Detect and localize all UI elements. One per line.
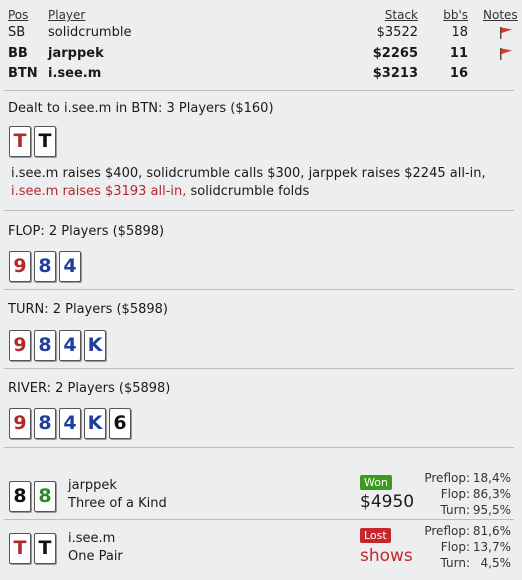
col-notes-header[interactable]: Notes [483, 8, 518, 22]
board-card: 4 [59, 330, 81, 361]
showdown-hand-rank: Three of a Kind [68, 496, 167, 511]
river-title: RIVER: 2 Players ($5898) [8, 381, 171, 396]
player-name-solidcrumble[interactable]: solidcrumble [48, 25, 131, 40]
won-badge: Won [360, 475, 392, 490]
board-card: 6 [109, 408, 131, 439]
player-stack: $3213 [372, 66, 418, 81]
flag-icon[interactable] [499, 27, 513, 39]
board-card: K [84, 408, 106, 439]
divider [4, 447, 514, 448]
showdown-hand-rank: One Pair [68, 549, 123, 564]
board-card: 4 [59, 251, 81, 282]
board-card: 8 [34, 330, 56, 361]
equity-value: 81,6% [472, 524, 511, 538]
preflop-action: i.see.m raises $400, solidcrumble calls … [11, 165, 501, 201]
board-card: 4 [59, 408, 81, 439]
player-pos-btn: BTN [8, 66, 38, 81]
player-stack: $2265 [372, 46, 418, 61]
col-stack-header[interactable]: Stack [360, 8, 418, 22]
board-card: 9 [9, 330, 31, 361]
divider [4, 289, 514, 290]
player-pos-sb: SB [8, 25, 26, 40]
equity-value: 18,4% [472, 471, 511, 485]
showdown-card: T [9, 533, 31, 564]
lost-shows: shows [360, 546, 413, 566]
turn-title: TURN: 2 Players ($5898) [8, 302, 168, 317]
col-pos-header[interactable]: Pos [8, 8, 28, 22]
showdown-card: 8 [9, 481, 31, 512]
player-pos-bb: BB [8, 46, 28, 61]
showdown-card: T [34, 533, 56, 564]
showdown-player-name[interactable]: i.see.m [68, 531, 115, 546]
hole-card: T [9, 126, 31, 157]
action-text: i.see.m raises $400, solidcrumble calls … [11, 166, 486, 181]
player-bbs: 16 [449, 66, 468, 81]
flop-title: FLOP: 2 Players ($5898) [8, 224, 165, 239]
player-name-iseem[interactable]: i.see.m [48, 66, 101, 81]
board-card: 9 [9, 408, 31, 439]
divider [4, 210, 514, 211]
player-bbs: 11 [449, 46, 468, 61]
board-card: 8 [34, 408, 56, 439]
divider [4, 519, 514, 520]
lost-badge: Lost [360, 528, 391, 543]
divider [4, 90, 514, 91]
col-bbs-header[interactable]: bb's [430, 8, 468, 22]
divider [4, 368, 514, 369]
player-stack: $3522 [376, 25, 418, 40]
board-card: K [84, 330, 106, 361]
won-amount: $4950 [360, 492, 415, 512]
flag-icon[interactable] [499, 48, 513, 60]
preflop-title: Dealt to i.see.m in BTN: 3 Players ($160… [8, 101, 274, 116]
hole-card: T [34, 126, 56, 157]
player-bbs: 18 [451, 25, 468, 40]
board-card: 8 [34, 251, 56, 282]
showdown-card: 8 [34, 481, 56, 512]
action-text: solidcrumble folds [186, 184, 310, 199]
equity-value: 13,7% [472, 540, 511, 554]
player-name-jarppek[interactable]: jarppek [48, 46, 104, 61]
equity-value: 95,5% [472, 503, 511, 517]
showdown-player-name[interactable]: jarppek [68, 478, 117, 493]
col-player-header[interactable]: Player [48, 8, 85, 22]
board-card: 9 [9, 251, 31, 282]
equity-value: 86,3% [472, 487, 511, 501]
equity-value: 4,5% [480, 556, 512, 570]
action-highlight: i.see.m raises $3193 all-in, [11, 184, 187, 199]
